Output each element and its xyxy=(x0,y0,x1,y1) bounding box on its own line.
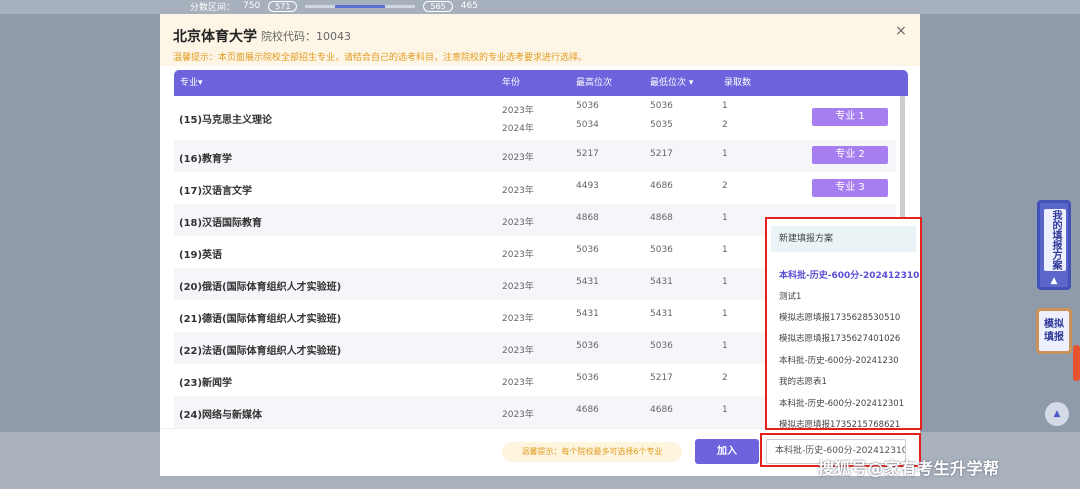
max-rank-cell: 5034 xyxy=(576,120,599,130)
max-rank-cell: 5036 xyxy=(576,245,599,255)
footer-tip: 温馨提示：每个院校最多可选择6个专业 xyxy=(502,442,682,462)
score-range-min: 750 xyxy=(243,1,261,11)
min-rank-cell: 5036 xyxy=(650,341,673,351)
max-rank-cell: 5036 xyxy=(576,101,599,111)
header-admitted: 录取数 xyxy=(724,78,752,88)
join-button[interactable]: 加入 xyxy=(695,439,759,464)
max-rank-cell: 4686 xyxy=(576,405,599,415)
year-cell: 2023年 xyxy=(502,314,534,324)
school-code: 院校代码：10043 xyxy=(261,30,351,43)
plan-dropdown: 新建填报方案 本科批-历史-600分-2024123101 测试1 模拟志愿填报… xyxy=(765,217,922,430)
min-rank-cell: 5217 xyxy=(650,373,673,383)
plan-option[interactable]: 本科批-历史-600分-2024123101 xyxy=(779,268,920,281)
major-name: (23)新闻学 xyxy=(179,378,233,389)
plan-option[interactable]: 模拟志愿填报1735215768621 xyxy=(779,418,900,428)
max-rank-cell: 4493 xyxy=(576,181,599,191)
mock-fill-side-button[interactable]: 模拟 填报 xyxy=(1036,308,1072,354)
my-plan-side-button[interactable]: 我的填报方案 ▲ xyxy=(1037,200,1071,290)
warning-text: 温馨提示：本页面展示院校全部招生专业，请结合自己的选考科目，注意院校的专业选考要… xyxy=(173,53,588,63)
admitted-cell: 1 xyxy=(722,309,728,319)
score-range-filter: 分数区间： 750 571 565 465 xyxy=(190,0,478,13)
major-name: (15)马克思主义理论 xyxy=(179,115,273,126)
max-rank-cell: 4868 xyxy=(576,213,599,223)
plan-option[interactable]: 我的志愿表1 xyxy=(779,375,827,387)
major-name: (24)网络与新媒体 xyxy=(179,410,263,421)
table-row: (15)马克思主义理论 2023年 2024年 5036 5034 5036 5… xyxy=(174,96,896,140)
year-cell: 2023年 xyxy=(502,378,534,388)
min-rank-cell: 5036 xyxy=(650,101,673,111)
admitted-cell: 1 xyxy=(722,405,728,415)
max-rank-cell: 5431 xyxy=(576,309,599,319)
admitted-cell: 1 xyxy=(722,149,728,159)
major-name: (16)教育学 xyxy=(179,154,233,165)
max-rank-cell: 5217 xyxy=(576,149,599,159)
admitted-cell: 1 xyxy=(722,245,728,255)
year-cell: 2023年 xyxy=(502,106,534,116)
score-high-handle[interactable]: 565 xyxy=(423,0,453,12)
year-cell: 2023年 xyxy=(502,250,534,260)
min-rank-cell: 5431 xyxy=(650,309,673,319)
table-header: 专业▾ 年份 最高位次 最低位次 ▾ 录取数 xyxy=(174,70,908,96)
major-1-button[interactable]: 专业 1 xyxy=(812,108,888,126)
score-range-track[interactable] xyxy=(305,4,416,8)
min-rank-cell: 5036 xyxy=(650,245,673,255)
min-rank-cell: 5035 xyxy=(650,120,673,130)
max-rank-cell: 5431 xyxy=(576,277,599,287)
chevron-up-icon: ▲ xyxy=(1050,276,1058,286)
plan-option[interactable]: 测试1 xyxy=(779,290,801,302)
admitted-cell: 2 xyxy=(722,181,728,191)
plan-option[interactable]: 本科批-历史-600分-20241230 xyxy=(779,354,899,366)
year-cell: 2023年 xyxy=(502,153,534,163)
max-rank-cell: 5036 xyxy=(576,373,599,383)
admitted-cell: 1 xyxy=(722,277,728,287)
min-rank-cell: 4686 xyxy=(650,405,673,415)
min-rank-cell: 4686 xyxy=(650,181,673,191)
table-row: (17)汉语言文学 2023年 4493 4686 2 专业 3 xyxy=(174,172,896,204)
year-cell: 2023年 xyxy=(502,186,534,196)
major-name: (22)法语(国际体育组织人才实验班) xyxy=(179,346,342,357)
plan-option[interactable]: 本科批-历史-600分-202412301 xyxy=(779,397,904,409)
plan-option[interactable]: 模拟志愿填报1735628530510 xyxy=(779,311,900,323)
header-max-rank: 最高位次 xyxy=(576,78,613,88)
admitted-cell: 1 xyxy=(722,213,728,223)
admitted-cell: 1 xyxy=(722,101,728,111)
major-2-button[interactable]: 专业 2 xyxy=(812,146,888,164)
page-scrollbar-thumb[interactable] xyxy=(1073,345,1080,381)
mock-fill-label-1: 模拟 xyxy=(1044,319,1064,330)
min-rank-cell: 4868 xyxy=(650,213,673,223)
back-to-top-icon[interactable]: ▲ xyxy=(1045,402,1069,426)
admitted-cell: 2 xyxy=(722,373,728,383)
score-range-max: 465 xyxy=(460,1,478,11)
major-name: (19)英语 xyxy=(179,250,223,261)
major-name: (21)德语(国际体育组织人才实验班) xyxy=(179,314,342,325)
mock-fill-label-2: 填报 xyxy=(1044,332,1064,343)
year-cell: 2023年 xyxy=(502,346,534,356)
admitted-cell: 1 xyxy=(722,341,728,351)
my-plan-label: 我的填报方案 xyxy=(1044,209,1066,271)
major-3-button[interactable]: 专业 3 xyxy=(812,179,888,197)
school-name: 北京体育大学 xyxy=(173,29,257,45)
background-header xyxy=(0,0,1080,14)
header-year: 年份 xyxy=(502,78,521,88)
watermark: 搜狐号@家有考生升学帮 xyxy=(818,459,1000,478)
table-row: (16)教育学 2023年 5217 5217 1 专业 2 xyxy=(174,140,896,172)
header-min-rank[interactable]: 最低位次 ▾ xyxy=(650,70,693,96)
min-rank-cell: 5431 xyxy=(650,277,673,287)
score-range-label: 分数区间： xyxy=(190,2,236,13)
plan-option[interactable]: 模拟志愿填报1735627401026 xyxy=(779,332,900,344)
year-cell: 2023年 xyxy=(502,282,534,292)
year-cell: 2024年 xyxy=(502,124,534,134)
admitted-cell: 2 xyxy=(722,120,728,130)
max-rank-cell: 5036 xyxy=(576,341,599,351)
year-cell: 2023年 xyxy=(502,218,534,228)
close-icon[interactable]: × xyxy=(894,24,908,38)
major-name: (20)俄语(国际体育组织人才实验班) xyxy=(179,282,342,293)
new-plan-option[interactable]: 新建填报方案 xyxy=(771,226,916,252)
score-low-handle[interactable]: 571 xyxy=(268,0,298,12)
min-rank-cell: 5217 xyxy=(650,149,673,159)
major-name: (17)汉语言文学 xyxy=(179,186,253,197)
major-name: (18)汉语国际教育 xyxy=(179,218,263,229)
header-major[interactable]: 专业▾ xyxy=(180,70,203,96)
year-cell: 2023年 xyxy=(502,410,534,420)
